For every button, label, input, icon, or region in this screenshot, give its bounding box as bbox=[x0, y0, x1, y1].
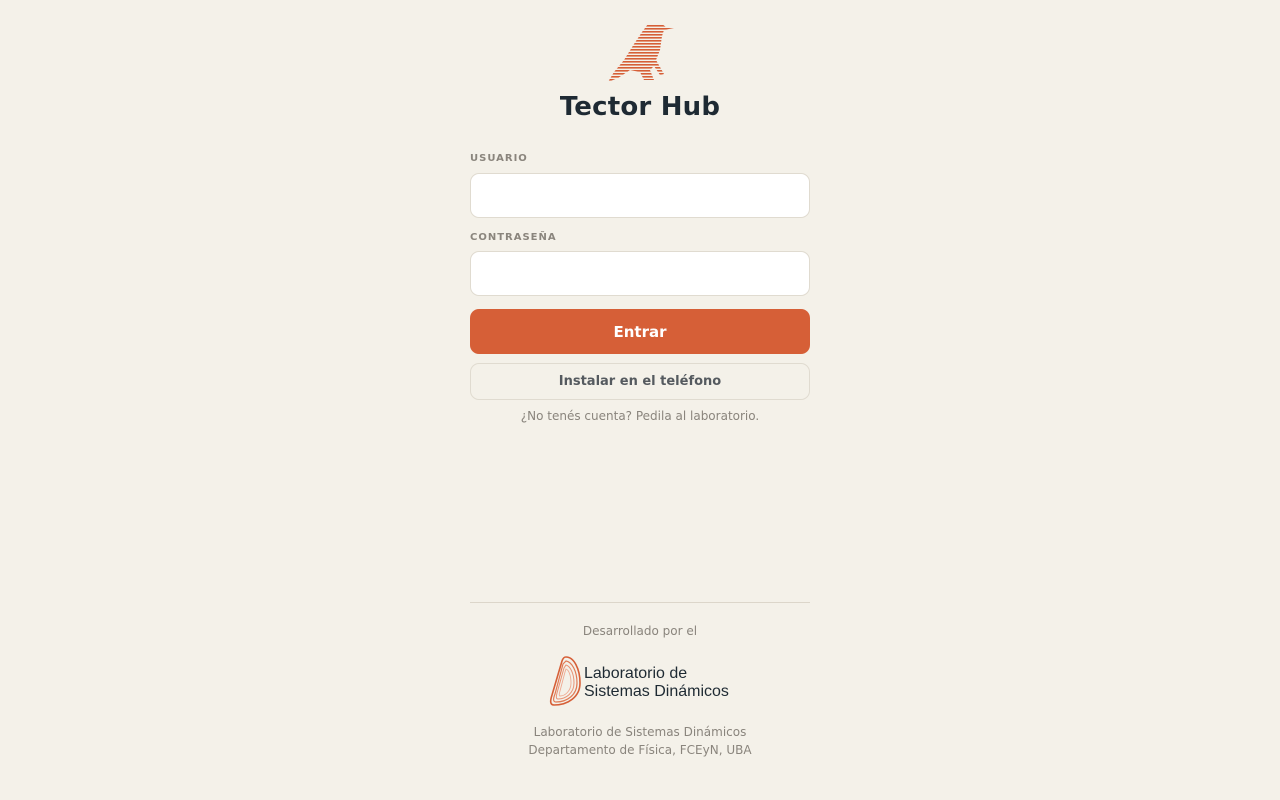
developed-by-text: Desarrollado por el bbox=[582, 624, 698, 638]
password-input[interactable] bbox=[470, 251, 810, 296]
install-app-button[interactable]: Instalar en el teléfono bbox=[470, 363, 810, 400]
lab-name-text: Laboratorio de Sistemas Dinámicos bbox=[533, 725, 747, 739]
lab-logo-wordmark: Laboratorio de Sistemas Dinámicos bbox=[584, 665, 729, 701]
username-input[interactable] bbox=[470, 173, 810, 218]
department-text: Departamento de Física, FCEyN, UBA bbox=[528, 743, 752, 757]
username-label: USUARIO bbox=[470, 153, 528, 164]
lab-logo-line-1: Laboratorio de bbox=[584, 665, 688, 682]
password-label: CONTRASEÑA bbox=[470, 232, 557, 243]
login-page: Tector Hub USUARIO CONTRASEÑA Entrar Ins… bbox=[0, 0, 1280, 800]
app-title: Tector Hub bbox=[559, 92, 721, 122]
lab-logo: Laboratorio de Sistemas Dinámicos bbox=[548, 655, 738, 707]
no-account-hint: ¿No tenés cuenta? Pedila al laboratorio. bbox=[520, 409, 760, 423]
footer-divider bbox=[470, 602, 810, 603]
bird-icon bbox=[608, 24, 674, 82]
lab-logo-line-2: Sistemas Dinámicos bbox=[584, 683, 729, 700]
lab-logo-mark-icon bbox=[549, 656, 581, 706]
login-button[interactable]: Entrar bbox=[470, 309, 810, 354]
